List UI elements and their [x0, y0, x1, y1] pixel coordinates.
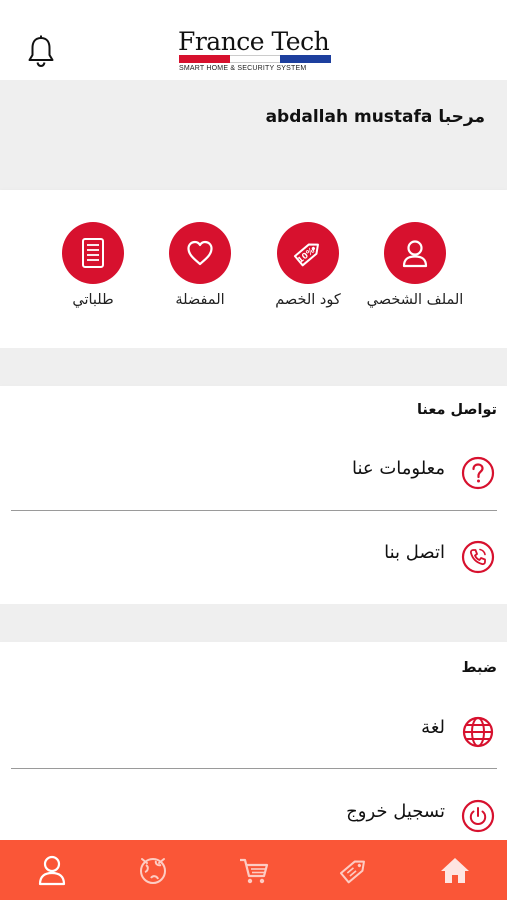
app-header: France Tech SMART HOME & SECURITY SYSTEM — [0, 0, 507, 80]
quick-action-label: المفضلة — [175, 292, 225, 308]
row-divider — [11, 768, 497, 769]
cart-tab-icon[interactable] — [236, 852, 272, 888]
tag-tab-icon[interactable] — [336, 852, 372, 888]
logout-label: تسجيل خروج — [346, 801, 445, 822]
logout-row[interactable]: تسجيل خروج — [0, 786, 507, 846]
contact-section: تواصل معنا معلومات عنا اتصل بنا — [0, 386, 507, 604]
orders-list-icon — [62, 222, 124, 284]
section-gap — [0, 348, 507, 386]
settings-section: ضبط لغة تسجيل خروج — [0, 642, 507, 840]
quick-action-label: طلباتي — [72, 292, 114, 308]
bell-icon[interactable] — [26, 34, 56, 68]
greeting-text: مرحبا abdallah mustafa — [265, 107, 485, 127]
greeting-band: مرحبا abdallah mustafa — [0, 80, 507, 190]
logo-flag-bar — [179, 55, 332, 63]
logo-subtitle: SMART HOME & SECURITY SYSTEM — [179, 65, 307, 72]
bottom-tab-bar — [0, 840, 507, 900]
contact-section-title: تواصل معنا — [416, 402, 497, 418]
question-icon — [461, 456, 495, 490]
language-label: لغة — [421, 717, 445, 738]
settings-section-title: ضبط — [461, 660, 497, 676]
about-us-label: معلومات عنا — [351, 458, 445, 479]
quick-action-favorites[interactable]: المفضلة — [145, 222, 255, 308]
phone-icon — [461, 540, 495, 574]
contact-us-label: اتصل بنا — [384, 542, 445, 563]
quick-action-label: كود الخصم — [275, 292, 341, 308]
globe-icon — [461, 715, 495, 749]
home-tab-icon[interactable] — [437, 852, 473, 888]
row-divider — [11, 510, 497, 511]
about-us-row[interactable]: معلومات عنا — [0, 443, 507, 503]
quick-actions-card: الملف الشخصي 10% كود الخصم المفضلة طلبات… — [0, 190, 507, 348]
france-tech-logo: France Tech SMART HOME & SECURITY SYSTEM — [178, 28, 334, 76]
heart-icon — [169, 222, 231, 284]
quick-action-orders[interactable]: طلباتي — [38, 222, 148, 308]
discount-tag-icon: 10% — [277, 222, 339, 284]
world-tab-icon[interactable] — [135, 852, 171, 888]
profile-tab-icon[interactable] — [34, 852, 70, 888]
quick-action-profile[interactable]: الملف الشخصي — [360, 222, 470, 308]
section-gap — [0, 604, 507, 642]
quick-action-label: الملف الشخصي — [366, 292, 464, 308]
contact-us-row[interactable]: اتصل بنا — [0, 527, 507, 587]
logo-title: France Tech — [178, 27, 330, 56]
quick-action-discount[interactable]: 10% كود الخصم — [253, 222, 363, 308]
user-icon — [384, 222, 446, 284]
language-row[interactable]: لغة — [0, 702, 507, 762]
power-icon — [461, 799, 495, 833]
